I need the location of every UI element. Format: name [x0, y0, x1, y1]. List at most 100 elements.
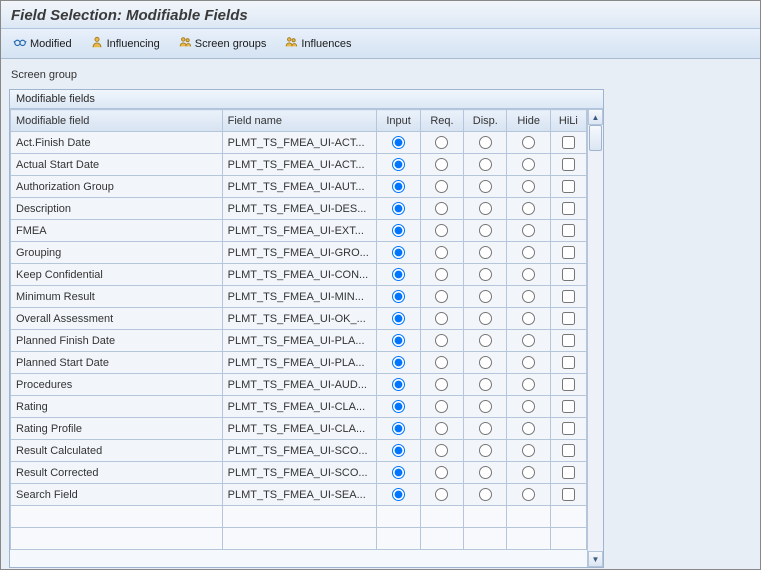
scroll-thumb[interactable] — [589, 125, 602, 151]
cell-field-name[interactable]: PLMT_TS_FMEA_UI-CLA... — [222, 396, 377, 418]
cell-modifiable-field[interactable]: FMEA — [11, 220, 223, 242]
radio-req[interactable] — [435, 378, 448, 391]
radio-hide[interactable] — [522, 422, 535, 435]
radio-hide[interactable] — [522, 334, 535, 347]
radio-disp[interactable] — [479, 334, 492, 347]
table-row[interactable]: Actual Start DatePLMT_TS_FMEA_UI-ACT... — [11, 154, 587, 176]
col-hili[interactable]: HiLi — [550, 110, 586, 132]
radio-req[interactable] — [435, 444, 448, 457]
cell-modifiable-field[interactable]: Result Corrected — [11, 462, 223, 484]
cell-field-name[interactable]: PLMT_TS_FMEA_UI-EXT... — [222, 220, 377, 242]
table-row[interactable]: DescriptionPLMT_TS_FMEA_UI-DES... — [11, 198, 587, 220]
table-row[interactable]: GroupingPLMT_TS_FMEA_UI-GRO... — [11, 242, 587, 264]
radio-input[interactable] — [392, 400, 405, 413]
checkbox-hili[interactable] — [562, 290, 575, 303]
cell-field-name[interactable]: PLMT_TS_FMEA_UI-SCO... — [222, 440, 377, 462]
radio-req[interactable] — [435, 224, 448, 237]
cell-modifiable-field[interactable]: Procedures — [11, 374, 223, 396]
table-row[interactable]: Act.Finish DatePLMT_TS_FMEA_UI-ACT... — [11, 132, 587, 154]
col-field-name[interactable]: Field name — [222, 110, 377, 132]
cell-modifiable-field[interactable]: Rating — [11, 396, 223, 418]
cell-modifiable-field[interactable]: Planned Finish Date — [11, 330, 223, 352]
table-row[interactable]: Minimum ResultPLMT_TS_FMEA_UI-MIN... — [11, 286, 587, 308]
radio-hide[interactable] — [522, 312, 535, 325]
col-modifiable-field[interactable]: Modifiable field — [11, 110, 223, 132]
radio-req[interactable] — [435, 422, 448, 435]
checkbox-hili[interactable] — [562, 334, 575, 347]
radio-input[interactable] — [392, 378, 405, 391]
checkbox-hili[interactable] — [562, 356, 575, 369]
cell-modifiable-field[interactable]: Search Field — [11, 484, 223, 506]
checkbox-hili[interactable] — [562, 246, 575, 259]
radio-disp[interactable] — [479, 290, 492, 303]
radio-disp[interactable] — [479, 246, 492, 259]
checkbox-hili[interactable] — [562, 488, 575, 501]
vertical-scrollbar[interactable]: ▲ ▼ — [587, 109, 603, 567]
radio-hide[interactable] — [522, 202, 535, 215]
radio-input[interactable] — [392, 312, 405, 325]
radio-disp[interactable] — [479, 312, 492, 325]
cell-modifiable-field[interactable]: Actual Start Date — [11, 154, 223, 176]
radio-input[interactable] — [392, 422, 405, 435]
radio-req[interactable] — [435, 290, 448, 303]
cell-modifiable-field[interactable]: Planned Start Date — [11, 352, 223, 374]
checkbox-hili[interactable] — [562, 444, 575, 457]
radio-input[interactable] — [392, 444, 405, 457]
radio-input[interactable] — [392, 224, 405, 237]
cell-field-name[interactable]: PLMT_TS_FMEA_UI-CON... — [222, 264, 377, 286]
radio-hide[interactable] — [522, 224, 535, 237]
cell-modifiable-field[interactable]: Description — [11, 198, 223, 220]
radio-disp[interactable] — [479, 180, 492, 193]
radio-disp[interactable] — [479, 488, 492, 501]
radio-input[interactable] — [392, 158, 405, 171]
radio-req[interactable] — [435, 356, 448, 369]
radio-req[interactable] — [435, 334, 448, 347]
cell-field-name[interactable]: PLMT_TS_FMEA_UI-SEA... — [222, 484, 377, 506]
influences-button[interactable]: Influences — [278, 33, 357, 54]
radio-disp[interactable] — [479, 356, 492, 369]
cell-modifiable-field[interactable]: Overall Assessment — [11, 308, 223, 330]
checkbox-hili[interactable] — [562, 422, 575, 435]
cell-modifiable-field[interactable]: Grouping — [11, 242, 223, 264]
table-row[interactable]: Result CorrectedPLMT_TS_FMEA_UI-SCO... — [11, 462, 587, 484]
cell-field-name[interactable]: PLMT_TS_FMEA_UI-PLA... — [222, 330, 377, 352]
radio-disp[interactable] — [479, 444, 492, 457]
radio-hide[interactable] — [522, 466, 535, 479]
table-row[interactable]: RatingPLMT_TS_FMEA_UI-CLA... — [11, 396, 587, 418]
table-row[interactable]: Search FieldPLMT_TS_FMEA_UI-SEA... — [11, 484, 587, 506]
table-row[interactable]: Overall AssessmentPLMT_TS_FMEA_UI-OK_... — [11, 308, 587, 330]
radio-disp[interactable] — [479, 158, 492, 171]
radio-input[interactable] — [392, 268, 405, 281]
radio-disp[interactable] — [479, 202, 492, 215]
table-row[interactable]: Keep ConfidentialPLMT_TS_FMEA_UI-CON... — [11, 264, 587, 286]
radio-hide[interactable] — [522, 180, 535, 193]
radio-hide[interactable] — [522, 290, 535, 303]
radio-hide[interactable] — [522, 268, 535, 281]
radio-req[interactable] — [435, 246, 448, 259]
radio-hide[interactable] — [522, 444, 535, 457]
radio-req[interactable] — [435, 268, 448, 281]
table-row[interactable]: Planned Start DatePLMT_TS_FMEA_UI-PLA... — [11, 352, 587, 374]
radio-input[interactable] — [392, 202, 405, 215]
radio-req[interactable] — [435, 180, 448, 193]
influencing-button[interactable]: Influencing — [84, 33, 166, 54]
radio-input[interactable] — [392, 246, 405, 259]
checkbox-hili[interactable] — [562, 378, 575, 391]
modified-button[interactable]: Modified — [7, 33, 78, 54]
table-row[interactable]: Planned Finish DatePLMT_TS_FMEA_UI-PLA..… — [11, 330, 587, 352]
checkbox-hili[interactable] — [562, 136, 575, 149]
radio-input[interactable] — [392, 136, 405, 149]
table-row[interactable]: FMEAPLMT_TS_FMEA_UI-EXT... — [11, 220, 587, 242]
radio-disp[interactable] — [479, 224, 492, 237]
radio-hide[interactable] — [522, 488, 535, 501]
screen-groups-button[interactable]: Screen groups — [172, 33, 273, 54]
scroll-up-button[interactable]: ▲ — [588, 109, 603, 125]
checkbox-hili[interactable] — [562, 466, 575, 479]
radio-req[interactable] — [435, 158, 448, 171]
checkbox-hili[interactable] — [562, 202, 575, 215]
radio-input[interactable] — [392, 466, 405, 479]
col-disp[interactable]: Disp. — [464, 110, 507, 132]
radio-hide[interactable] — [522, 136, 535, 149]
checkbox-hili[interactable] — [562, 158, 575, 171]
cell-field-name[interactable]: PLMT_TS_FMEA_UI-AUD... — [222, 374, 377, 396]
